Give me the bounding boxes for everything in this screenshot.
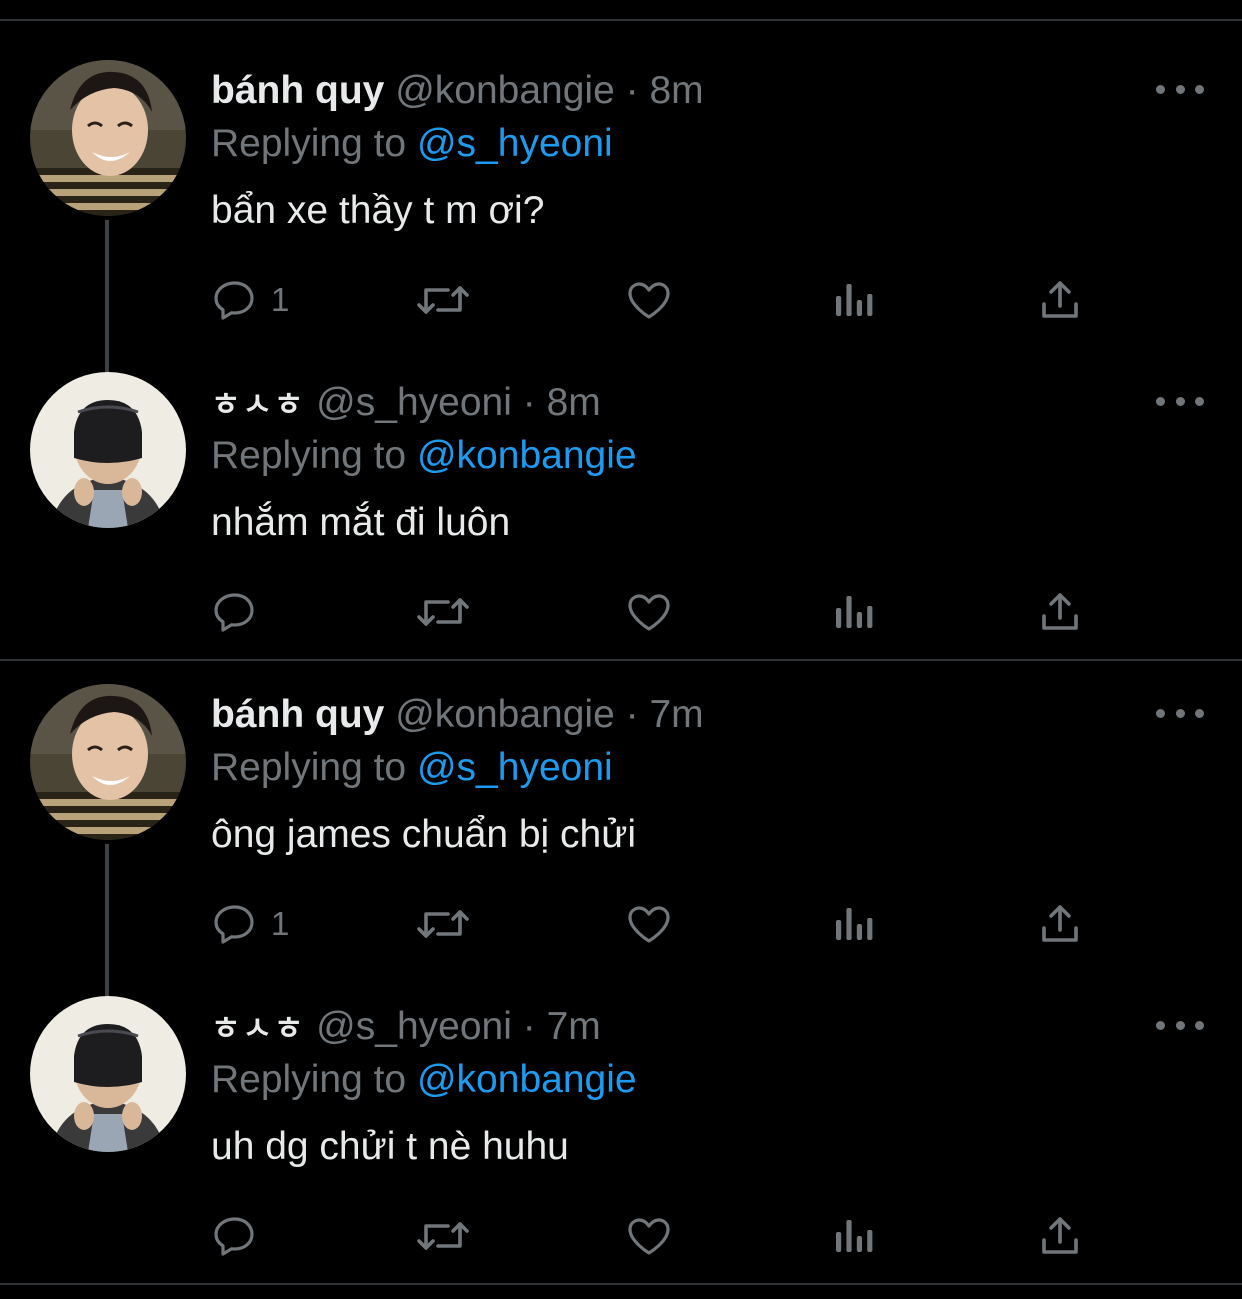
tweet-text: ông james chuẩn bị chửi	[211, 813, 637, 856]
share-icon	[1042, 1217, 1078, 1254]
replying-to-mention[interactable]: @konbangie	[417, 434, 637, 477]
replying-to-line: Replying to @konbangie	[211, 433, 637, 479]
like-icon	[628, 1218, 670, 1255]
masked-face-avatar	[30, 996, 186, 1152]
tweet-4[interactable]: ㅎㅅㅎ @s_hyeoni · 7m Replying to @konbangi…	[0, 936, 1242, 1256]
separator: ·	[522, 381, 536, 424]
timestamp[interactable]: 8m	[547, 381, 601, 424]
replying-to-label: Replying to	[211, 1058, 407, 1101]
like-button[interactable]	[624, 1210, 674, 1262]
user-handle[interactable]: @konbangie	[395, 693, 615, 736]
display-name[interactable]: bánh quy	[211, 693, 384, 736]
timestamp[interactable]: 7m	[649, 693, 703, 736]
replying-to-line: Replying to @s_hyeoni	[211, 121, 613, 167]
reply-icon	[214, 1217, 254, 1256]
views-button[interactable]	[832, 1210, 876, 1262]
masked-face-avatar	[30, 372, 186, 528]
replying-to-line: Replying to @konbangie	[211, 1057, 637, 1103]
tweet-1[interactable]: bánh quy @konbangie · 8m Replying to @s_…	[0, 0, 1242, 372]
separator: ·	[522, 1005, 536, 1048]
retweet-icon	[417, 1222, 469, 1250]
tweet-header: ㅎㅅㅎ @s_hyeoni · 8m	[211, 380, 601, 427]
tweet-3[interactable]: bánh quy @konbangie · 7m Replying to @s_…	[0, 624, 1242, 996]
display-name[interactable]: bánh quy	[211, 69, 384, 112]
avatar[interactable]	[30, 684, 186, 840]
replying-to-mention[interactable]: @s_hyeoni	[417, 122, 613, 165]
replying-to-line: Replying to @s_hyeoni	[211, 745, 613, 791]
views-icon	[836, 1220, 873, 1252]
tweet-text: nhắm mắt đi luôn	[211, 501, 511, 544]
tweet-text: bẩn xe thầy t m ơi?	[211, 189, 545, 232]
reply-button[interactable]	[211, 1210, 271, 1262]
display-name[interactable]: ㅎㅅㅎ	[211, 385, 305, 423]
replying-to-label: Replying to	[211, 434, 407, 477]
tweet-text: uh dg chửi t nè huhu	[211, 1125, 569, 1168]
tweet-header: bánh quy @konbangie · 8m	[211, 68, 704, 114]
user-handle[interactable]: @s_hyeoni	[316, 1005, 512, 1048]
more-icon[interactable]	[1152, 698, 1208, 728]
user-handle[interactable]: @konbangie	[395, 69, 615, 112]
retweet-button[interactable]	[414, 1210, 472, 1262]
avatar[interactable]	[30, 372, 186, 528]
replying-to-mention[interactable]: @s_hyeoni	[417, 746, 613, 789]
more-icon[interactable]	[1152, 386, 1208, 416]
striped-shirt-smiling-avatar	[30, 684, 186, 840]
more-icon[interactable]	[1152, 74, 1208, 104]
tweet-2[interactable]: ㅎㅅㅎ @s_hyeoni · 8m Replying to @konbangi…	[0, 312, 1242, 632]
avatar[interactable]	[30, 60, 186, 216]
tweet-header: bánh quy @konbangie · 7m	[211, 692, 704, 738]
user-handle[interactable]: @s_hyeoni	[316, 381, 512, 424]
timestamp[interactable]: 7m	[547, 1005, 601, 1048]
separator: ·	[625, 693, 639, 736]
avatar[interactable]	[30, 996, 186, 1152]
tweet-header: ㅎㅅㅎ @s_hyeoni · 7m	[211, 1004, 601, 1051]
replying-to-label: Replying to	[211, 746, 407, 789]
replying-to-label: Replying to	[211, 122, 407, 165]
display-name[interactable]: ㅎㅅㅎ	[211, 1009, 305, 1047]
share-button[interactable]	[1036, 1210, 1084, 1262]
replying-to-mention[interactable]: @konbangie	[417, 1058, 637, 1101]
bottom-divider	[0, 1283, 1242, 1285]
timestamp[interactable]: 8m	[649, 69, 703, 112]
separator: ·	[625, 69, 639, 112]
striped-shirt-smiling-avatar	[30, 60, 186, 216]
more-icon[interactable]	[1152, 1010, 1208, 1040]
